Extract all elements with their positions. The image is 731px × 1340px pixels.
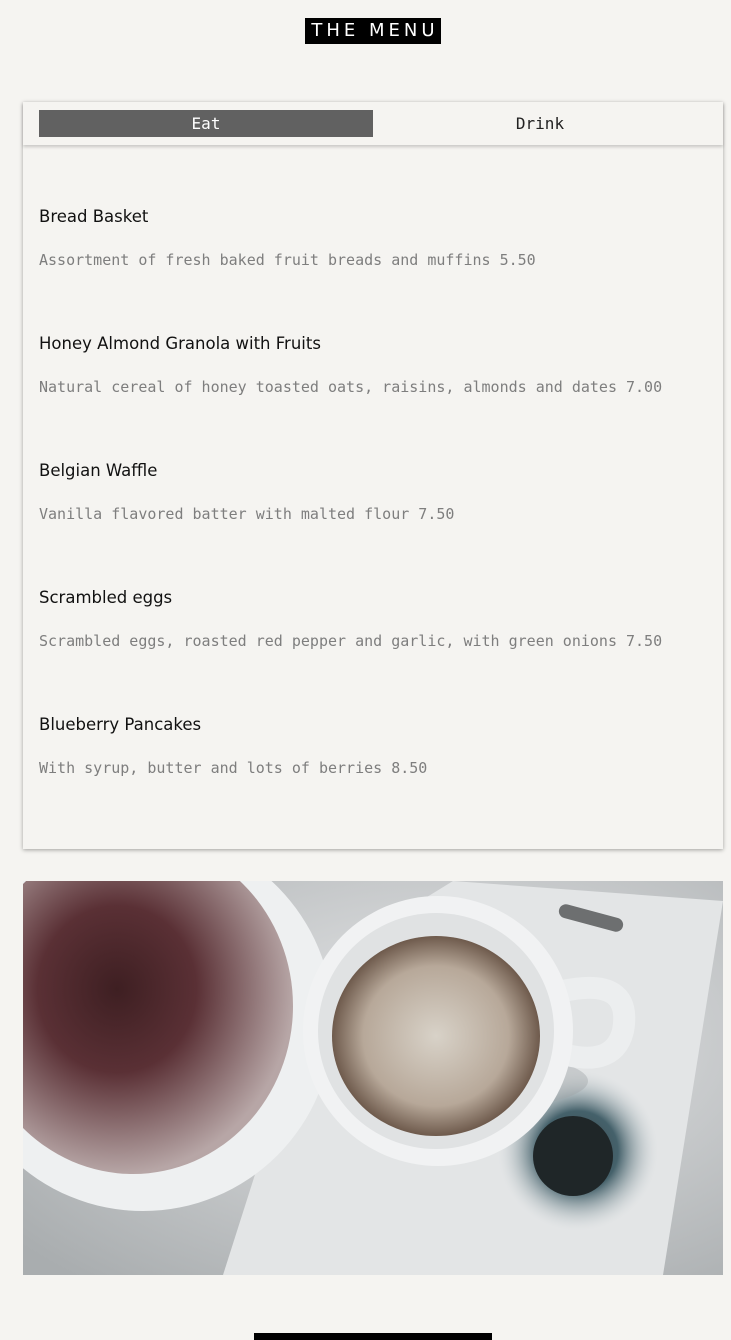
menu-item-name: Scrambled eggs xyxy=(39,588,173,607)
menu-item: Blueberry Pancakes With syrup, butter an… xyxy=(39,713,709,779)
menu-item-description: Scrambled eggs, roasted red pepper and g… xyxy=(39,632,663,650)
menu-item: Belgian Waffle Vanilla flavored batter w… xyxy=(39,459,709,525)
menu-item: Bread Basket Assortment of fresh baked f… xyxy=(39,205,709,271)
tab-drink[interactable]: Drink xyxy=(373,110,707,137)
footer-bar xyxy=(254,1333,492,1340)
tab-bar: Eat Drink xyxy=(23,102,723,145)
menu-item-description: Natural cereal of honey toasted oats, ra… xyxy=(39,378,663,396)
menu-item-name: Bread Basket xyxy=(39,207,149,226)
menu-item-description: Assortment of fresh baked fruit breads a… xyxy=(39,251,536,269)
menu-item: Honey Almond Granola with Fruits Natural… xyxy=(39,332,709,398)
tab-eat[interactable]: Eat xyxy=(39,110,373,137)
menu-item-name: Belgian Waffle xyxy=(39,461,158,480)
coffee-photo xyxy=(23,881,723,1275)
page-title: THE MENU xyxy=(305,18,441,44)
menu-item-name: Blueberry Pancakes xyxy=(39,715,202,734)
menu-item-description: With syrup, butter and lots of berries 8… xyxy=(39,759,428,777)
menu-item-name: Honey Almond Granola with Fruits xyxy=(39,334,321,353)
menu-card: Eat Drink Bread Basket Assortment of fre… xyxy=(23,102,723,849)
menu-item-description: Vanilla flavored batter with malted flou… xyxy=(39,505,455,523)
menu-item: Scrambled eggs Scrambled eggs, roasted r… xyxy=(39,586,709,652)
